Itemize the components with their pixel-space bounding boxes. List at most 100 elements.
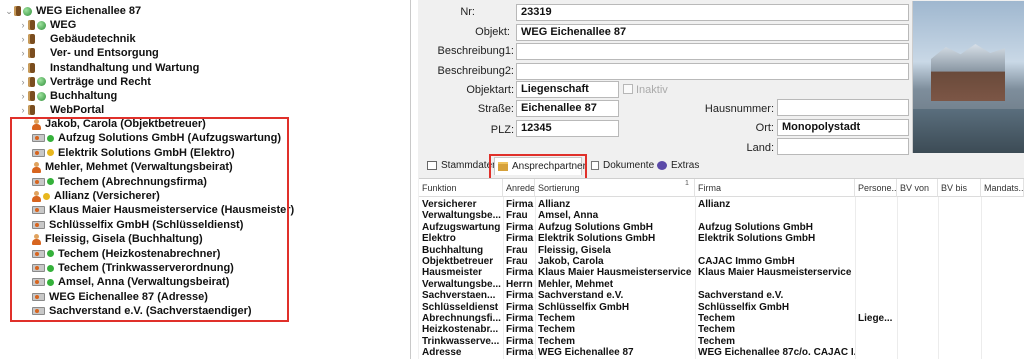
- table-cell: Sachverstand e.V.: [538, 290, 624, 302]
- land-field[interactable]: [777, 138, 909, 155]
- table-cell: Verwaltungsbe...: [422, 210, 501, 222]
- tree-folder-label: Verträge und Recht: [50, 75, 151, 88]
- expand-arrow-icon[interactable]: ›: [18, 46, 28, 60]
- table-cell: WEG Eichenallee 87: [538, 347, 634, 359]
- table-cell: Sachverstand e.V.: [698, 290, 784, 302]
- folder-icon: [28, 91, 35, 102]
- column-header[interactable]: Sortierung: [535, 179, 695, 197]
- hausnummer-field[interactable]: [777, 99, 909, 116]
- tab-label: Extras: [671, 160, 700, 171]
- column-header[interactable]: Funktion: [419, 179, 503, 197]
- tree-folder[interactable]: › Verträge und Recht: [18, 75, 151, 89]
- table-row[interactable]: Aufzugswartung Firma Aufzug Solutions GmbH…: [419, 222, 1024, 233]
- table-row[interactable]: Trinkwasserve... Firma Techem Techem: [419, 336, 1024, 347]
- table-row[interactable]: Schlüsseldienst Firma Schlüsselfix GmbH Sch…: [419, 302, 1024, 313]
- tab-stammdaten[interactable]: Stammdaten: [424, 157, 498, 175]
- collapse-arrow-icon[interactable]: ⌄: [4, 4, 14, 18]
- tree-folder[interactable]: › Gebäudetechnik: [18, 32, 136, 46]
- table-cell: [855, 256, 897, 267]
- table-row[interactable]: Buchhaltung Frau Fleissig, Gisela: [419, 245, 1024, 256]
- table-cell: [855, 336, 897, 347]
- table-row[interactable]: Verwaltungsbe... Herrn Mehler, Mehmet: [419, 279, 1024, 290]
- column-header[interactable]: BV bis: [938, 179, 981, 197]
- table-cell: Frau: [506, 210, 528, 222]
- tab-label: Dokumente: [603, 160, 655, 171]
- table-cell: WEG Eichenallee 87c/o. CAJAC I...: [698, 347, 855, 359]
- globe-icon: [37, 20, 46, 30]
- table-cell: CAJAC Immo GmbH: [698, 256, 795, 267]
- tree-folder-label: WEG: [50, 19, 77, 32]
- highlight-frame: [10, 117, 289, 322]
- table-cell: Firma: [506, 301, 534, 313]
- tree-folder[interactable]: › Instandhaltung und Wartung: [18, 61, 200, 75]
- beschreibung1-label: Beschreibung1:: [437, 45, 514, 57]
- tree-folder[interactable]: › Ver- und Entsorgung: [18, 46, 159, 60]
- table-row[interactable]: Sachverstaen... Firma Sachverstand e.V. Sac…: [419, 290, 1024, 301]
- table-row[interactable]: Abrechnungsfi... Firma Techem Techem Liege..…: [419, 313, 1024, 324]
- strasse-label: Straße:: [477, 103, 514, 115]
- table-cell: Firma: [506, 324, 534, 336]
- table-cell: Techem: [698, 335, 736, 347]
- inaktiv-checkbox[interactable]: [623, 84, 633, 94]
- contacts-table[interactable]: Funktion Anrede Sortierung Firma Persone... B…: [419, 178, 1024, 359]
- expand-arrow-icon[interactable]: ›: [18, 32, 28, 46]
- table-cell: Allianz: [698, 199, 731, 210]
- property-photo: [912, 1, 1024, 153]
- column-header[interactable]: Anrede: [503, 179, 535, 197]
- table-row[interactable]: Objektbetreuer Frau Jakob, Carola CAJAC Imm…: [419, 256, 1024, 267]
- folder-icon: [28, 76, 35, 87]
- ort-field[interactable]: Monopolystadt: [777, 119, 909, 136]
- tab-extras[interactable]: Extras: [654, 157, 699, 175]
- expand-arrow-icon[interactable]: ›: [18, 18, 28, 32]
- expand-arrow-icon[interactable]: ›: [18, 75, 28, 89]
- table-cell: Trinkwasserve...: [422, 335, 500, 347]
- strasse-field[interactable]: Eichenallee 87: [516, 100, 619, 117]
- expand-arrow-icon[interactable]: ›: [18, 103, 28, 117]
- table-cell: Elektro: [422, 233, 456, 245]
- table-cell: Firma: [506, 233, 534, 245]
- table-cell: Sachverstaen...: [422, 290, 496, 302]
- table-cell: Mehler, Mehmet: [538, 278, 614, 290]
- table-cell: [855, 324, 897, 335]
- expand-arrow-icon[interactable]: ›: [18, 89, 28, 103]
- table-row[interactable]: Elektro Firma Elektrik Solutions GmbH Elekt…: [419, 233, 1024, 244]
- beschreibung2-label: Beschreibung2:: [437, 65, 514, 77]
- tree-folder[interactable]: › WebPortal: [18, 103, 105, 117]
- column-header[interactable]: Persone...: [855, 179, 897, 197]
- table-cell: Versicherer: [422, 199, 477, 210]
- folder-icon: [28, 105, 35, 116]
- folder-icon: [28, 48, 35, 59]
- tab-dokumente[interactable]: Dokumente: [588, 157, 654, 175]
- table-cell: Firma: [506, 347, 534, 359]
- tree-folder-label: Ver- und Entsorgung: [50, 47, 159, 60]
- table-cell: Aufzug Solutions GmbH: [538, 221, 653, 233]
- column-header[interactable]: Firma: [695, 179, 855, 197]
- table-row[interactable]: Hausmeister Firma Klaus Maier Hausmeisters…: [419, 267, 1024, 278]
- table-cell: Heizkostenabr...: [422, 324, 499, 336]
- tree-folder[interactable]: › Buchhaltung: [18, 89, 118, 103]
- tree-folder-label: WebPortal: [50, 104, 105, 117]
- plz-field[interactable]: 12345: [516, 120, 619, 137]
- objektart-field[interactable]: Liegenschaft: [516, 81, 619, 98]
- tree-root[interactable]: ⌄ WEG Eichenallee 87: [4, 4, 141, 18]
- table-cell: Amsel, Anna: [538, 210, 599, 222]
- column-header[interactable]: Mandats...: [981, 179, 1024, 197]
- table-row[interactable]: Versicherer Firma Allianz Allianz: [419, 199, 1024, 210]
- table-row[interactable]: Verwaltungsbe... Frau Amsel, Anna: [419, 210, 1024, 221]
- table-row[interactable]: Heizkostenabr... Firma Techem Techem: [419, 324, 1024, 335]
- table-cell: [855, 347, 897, 358]
- beschreibung1-field[interactable]: [516, 43, 909, 60]
- beschreibung2-field[interactable]: [516, 63, 909, 80]
- table-row[interactable]: Adresse Firma WEG Eichenallee 87 WEG Eichen…: [419, 347, 1024, 358]
- tree-folder-label: Gebäudetechnik: [50, 33, 136, 46]
- table-cell: [855, 210, 897, 221]
- expand-arrow-icon[interactable]: ›: [18, 61, 28, 75]
- table-cell: Objektbetreuer: [422, 256, 494, 267]
- object-tree[interactable]: ⌄ WEG Eichenallee 87 › WEG › Gebäudetechnik ›…: [0, 0, 411, 359]
- objekt-field[interactable]: WEG Eichenallee 87: [516, 24, 909, 41]
- nr-field[interactable]: 23319: [516, 4, 909, 21]
- column-header[interactable]: BV von: [897, 179, 938, 197]
- tree-folder[interactable]: › WEG: [18, 18, 77, 32]
